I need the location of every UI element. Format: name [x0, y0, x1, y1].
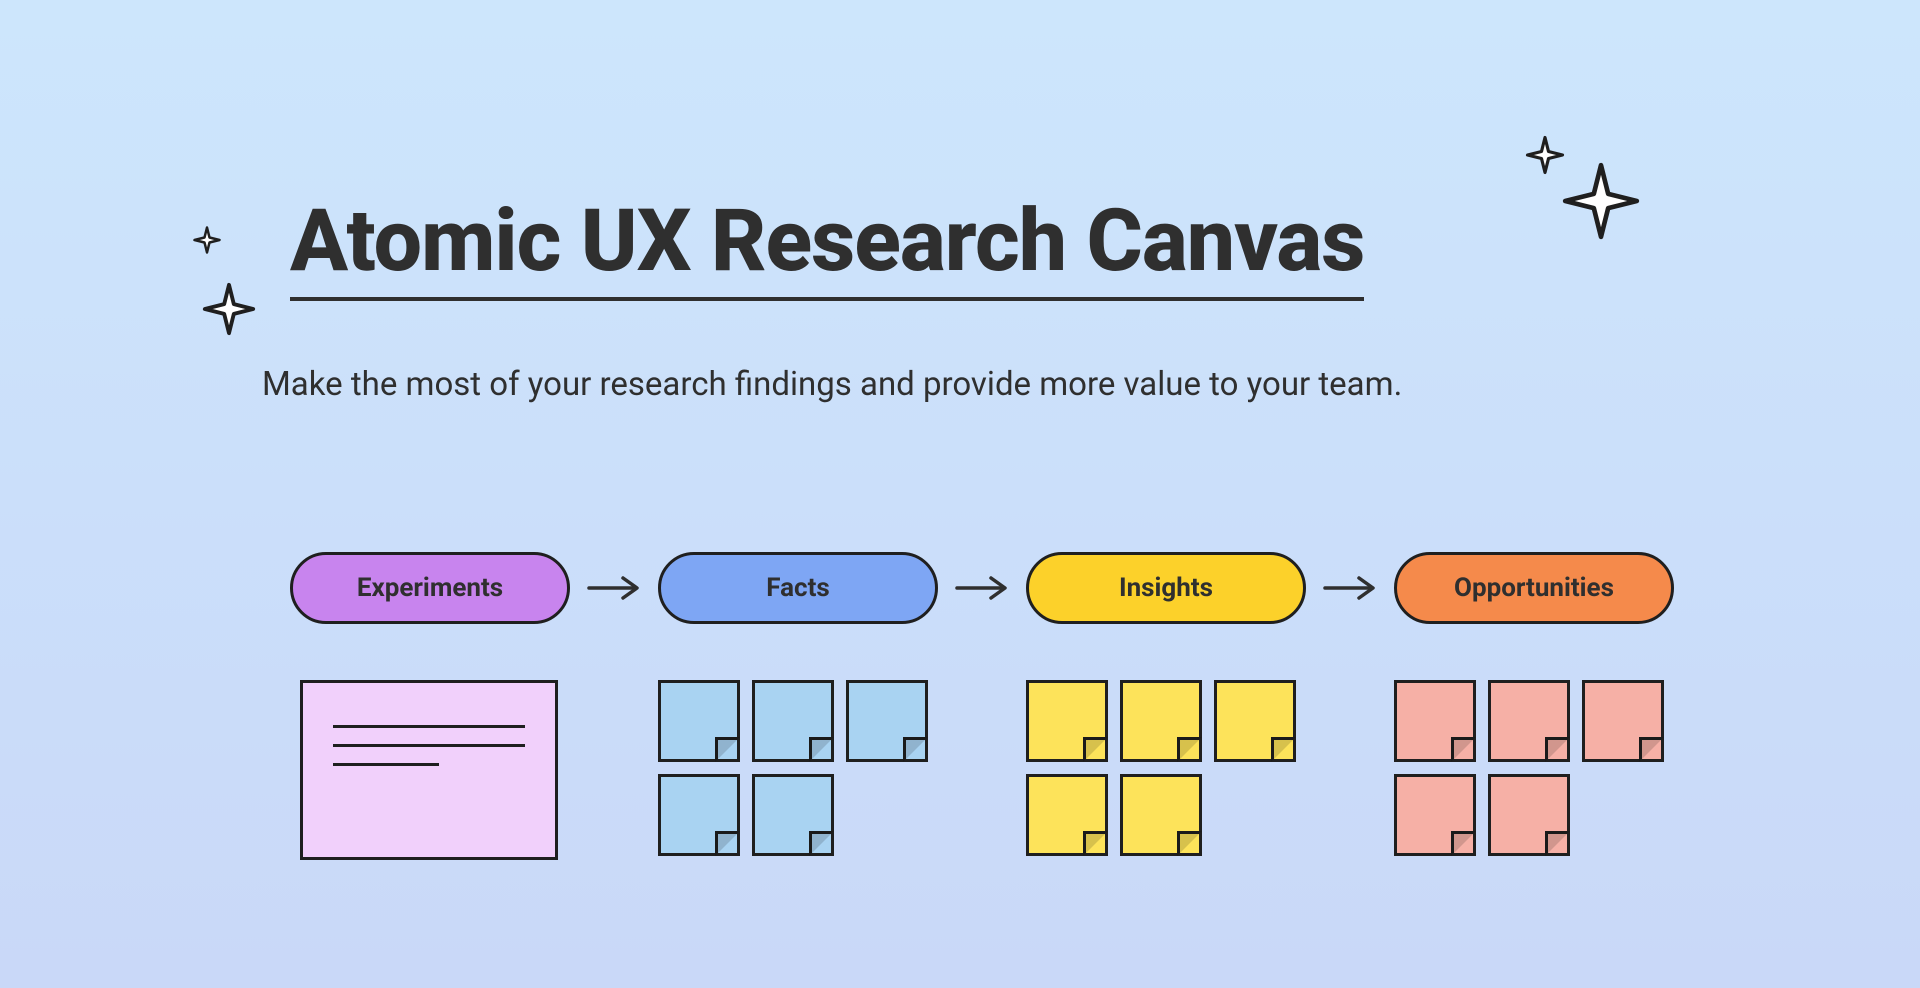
text-line: [333, 725, 525, 728]
sticky-note: [846, 680, 928, 762]
sparkle-icon: [192, 225, 222, 255]
stage-label: Insights: [1119, 573, 1213, 603]
sticky-note: [658, 774, 740, 856]
sticky-note: [658, 680, 740, 762]
stage-label: Experiments: [357, 573, 503, 603]
sticky-note: [1394, 774, 1476, 856]
sticky-note: [1120, 680, 1202, 762]
arrow-right-icon: [953, 574, 1013, 602]
text-line: [333, 744, 525, 747]
sticky-note: [1488, 774, 1570, 856]
experiment-document-card: [300, 680, 558, 860]
insights-notes: [1026, 680, 1296, 856]
facts-notes: [658, 680, 928, 856]
sticky-note: [1582, 680, 1664, 762]
opportunities-notes: [1394, 680, 1664, 856]
sparkle-icon: [1558, 158, 1644, 244]
atomic-ux-research-canvas: Atomic UX Research Canvas Make the most …: [0, 0, 1920, 988]
arrow-right-icon: [1321, 574, 1381, 602]
stage-label: Facts: [766, 573, 829, 603]
page-subtitle: Make the most of your research findings …: [262, 365, 1402, 404]
sticky-note: [1026, 774, 1108, 856]
sparkle-icon: [200, 280, 258, 338]
sticky-note: [1394, 680, 1476, 762]
sticky-note: [1488, 680, 1570, 762]
stage-label: Opportunities: [1454, 573, 1614, 603]
sticky-note: [1026, 680, 1108, 762]
stage-pill-opportunities: Opportunities: [1394, 552, 1674, 624]
stage-pill-facts: Facts: [658, 552, 938, 624]
text-line: [333, 763, 439, 766]
stage-pill-experiments: Experiments: [290, 552, 570, 624]
stage-pill-insights: Insights: [1026, 552, 1306, 624]
page-title: Atomic UX Research Canvas: [290, 190, 1364, 301]
sticky-note: [752, 680, 834, 762]
sticky-note: [1120, 774, 1202, 856]
arrow-right-icon: [585, 574, 645, 602]
page-header: Atomic UX Research Canvas: [290, 190, 1510, 301]
sticky-note: [752, 774, 834, 856]
sticky-note: [1214, 680, 1296, 762]
